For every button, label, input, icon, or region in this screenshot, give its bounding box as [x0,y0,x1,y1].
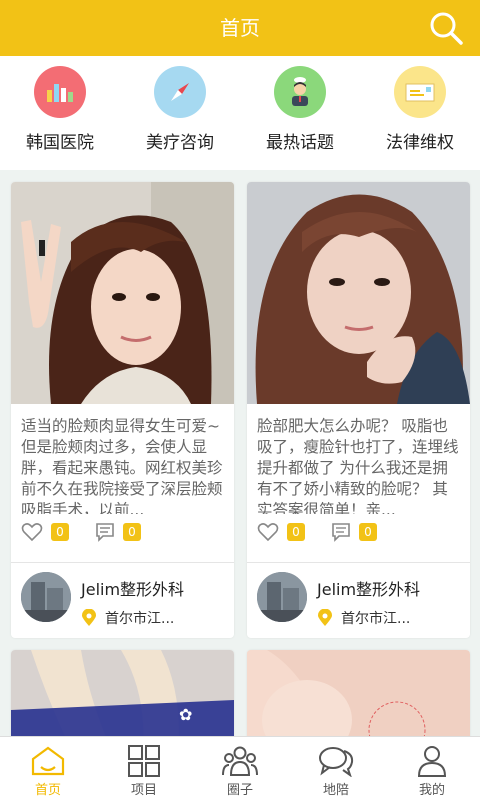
search-icon[interactable] [428,10,464,46]
category-hot-topics[interactable]: 最热话题 [240,56,360,170]
tab-circles[interactable]: 圈子 [192,737,288,800]
bottom-tab-bar: 首页 项目 圈子 地陪 我的 [0,736,480,800]
clinic-info[interactable]: Jelim整形外科 首尔市江... [11,564,234,638]
post-card[interactable]: 脸部肥大怎么办呢？ 吸脂也吸了，瘦脸针也打了，连埋线提升都做了 为什么我还是拥有… [247,182,470,638]
category-row: 韩国医院 美疗咨询 最热话题 法律维权 [0,56,480,170]
card-divider [247,562,470,563]
post-feed[interactable]: 适当的脸颊肉显得女生可爱~但是脸颊肉过多，会使人显胖，看起来愚钝。网红权美珍前不… [0,170,480,736]
user-icon [417,746,447,777]
clinic-name: Jelim整形外科 [81,580,185,599]
card-divider [11,562,234,563]
heart-icon [257,523,279,542]
post-card[interactable]: ✿ [11,650,234,736]
comment-button[interactable]: 0 [95,522,141,542]
category-beauty-consult[interactable]: 美疗咨询 [120,56,240,170]
post-photo: ✿ [11,650,234,736]
comment-icon [332,523,350,542]
tab-local-guide[interactable]: 地陪 [288,737,384,800]
clinic-info[interactable]: Jelim整形外科 首尔市江... [247,564,470,638]
chat-icon [319,747,354,777]
category-label: 法律维权 [386,133,454,153]
group-icon [222,746,258,776]
tab-projects[interactable]: 项目 [96,737,192,800]
tab-me[interactable]: 我的 [384,737,480,800]
tab-label: 地陪 [322,783,349,798]
clinic-location: 首尔市江... [81,608,174,628]
page-title: 首页 [220,16,260,40]
post-card[interactable]: 适当的脸颊肉显得女生可爱~但是脸颊肉过多，会使人显胖，看起来愚钝。网红权美珍前不… [11,182,234,638]
post-text: 适当的脸颊肉显得女生可爱~但是脸颊肉过多，会使人显胖，看起来愚钝。网红权美珍前不… [21,417,223,514]
comment-count: 0 [359,523,377,541]
like-button[interactable]: 0 [21,522,69,542]
location-pin-icon [82,609,96,626]
top-bar: 首页 [0,0,480,56]
bar-chart-icon [34,66,86,118]
category-label: 韩国医院 [26,133,94,153]
like-count: 0 [51,523,69,541]
comment-icon [96,523,114,542]
post-stats: 0 0 [11,514,234,550]
tab-label: 圈子 [226,783,253,798]
tab-label: 项目 [130,783,157,798]
clinic-avatar [21,572,71,622]
clinic-avatar [257,572,307,622]
category-label: 美疗咨询 [146,133,214,153]
category-korean-hospital[interactable]: 韩国医院 [0,56,120,170]
location-text: 首尔市江... [341,611,411,627]
post-photo [11,182,234,404]
tab-home[interactable]: 首页 [0,737,96,800]
post-text: 脸部肥大怎么办呢？ 吸脂也吸了，瘦脸针也打了，连埋线提升都做了 为什么我还是拥有… [257,417,459,514]
post-card[interactable] [247,650,470,736]
post-stats: 0 0 [247,514,470,550]
clinic-name: Jelim整形外科 [317,580,421,599]
like-button[interactable]: 0 [257,522,305,542]
tab-label: 我的 [418,783,445,798]
comment-count: 0 [123,523,141,541]
category-label: 最热话题 [266,133,334,153]
location-pin-icon [318,609,332,626]
like-count: 0 [287,523,305,541]
home-icon [31,746,65,776]
person-icon [274,66,326,118]
post-photo [247,182,470,404]
grid-icon [128,745,160,777]
envelope-icon [394,66,446,118]
clinic-location: 首尔市江... [317,608,410,628]
location-text: 首尔市江... [105,611,175,627]
post-photo [247,650,470,736]
heart-icon [21,523,43,542]
svg-text:✿: ✿ [179,705,192,724]
compass-icon [154,66,206,118]
tab-label: 首页 [34,783,61,798]
comment-button[interactable]: 0 [331,522,377,542]
category-legal-rights[interactable]: 法律维权 [360,56,480,170]
